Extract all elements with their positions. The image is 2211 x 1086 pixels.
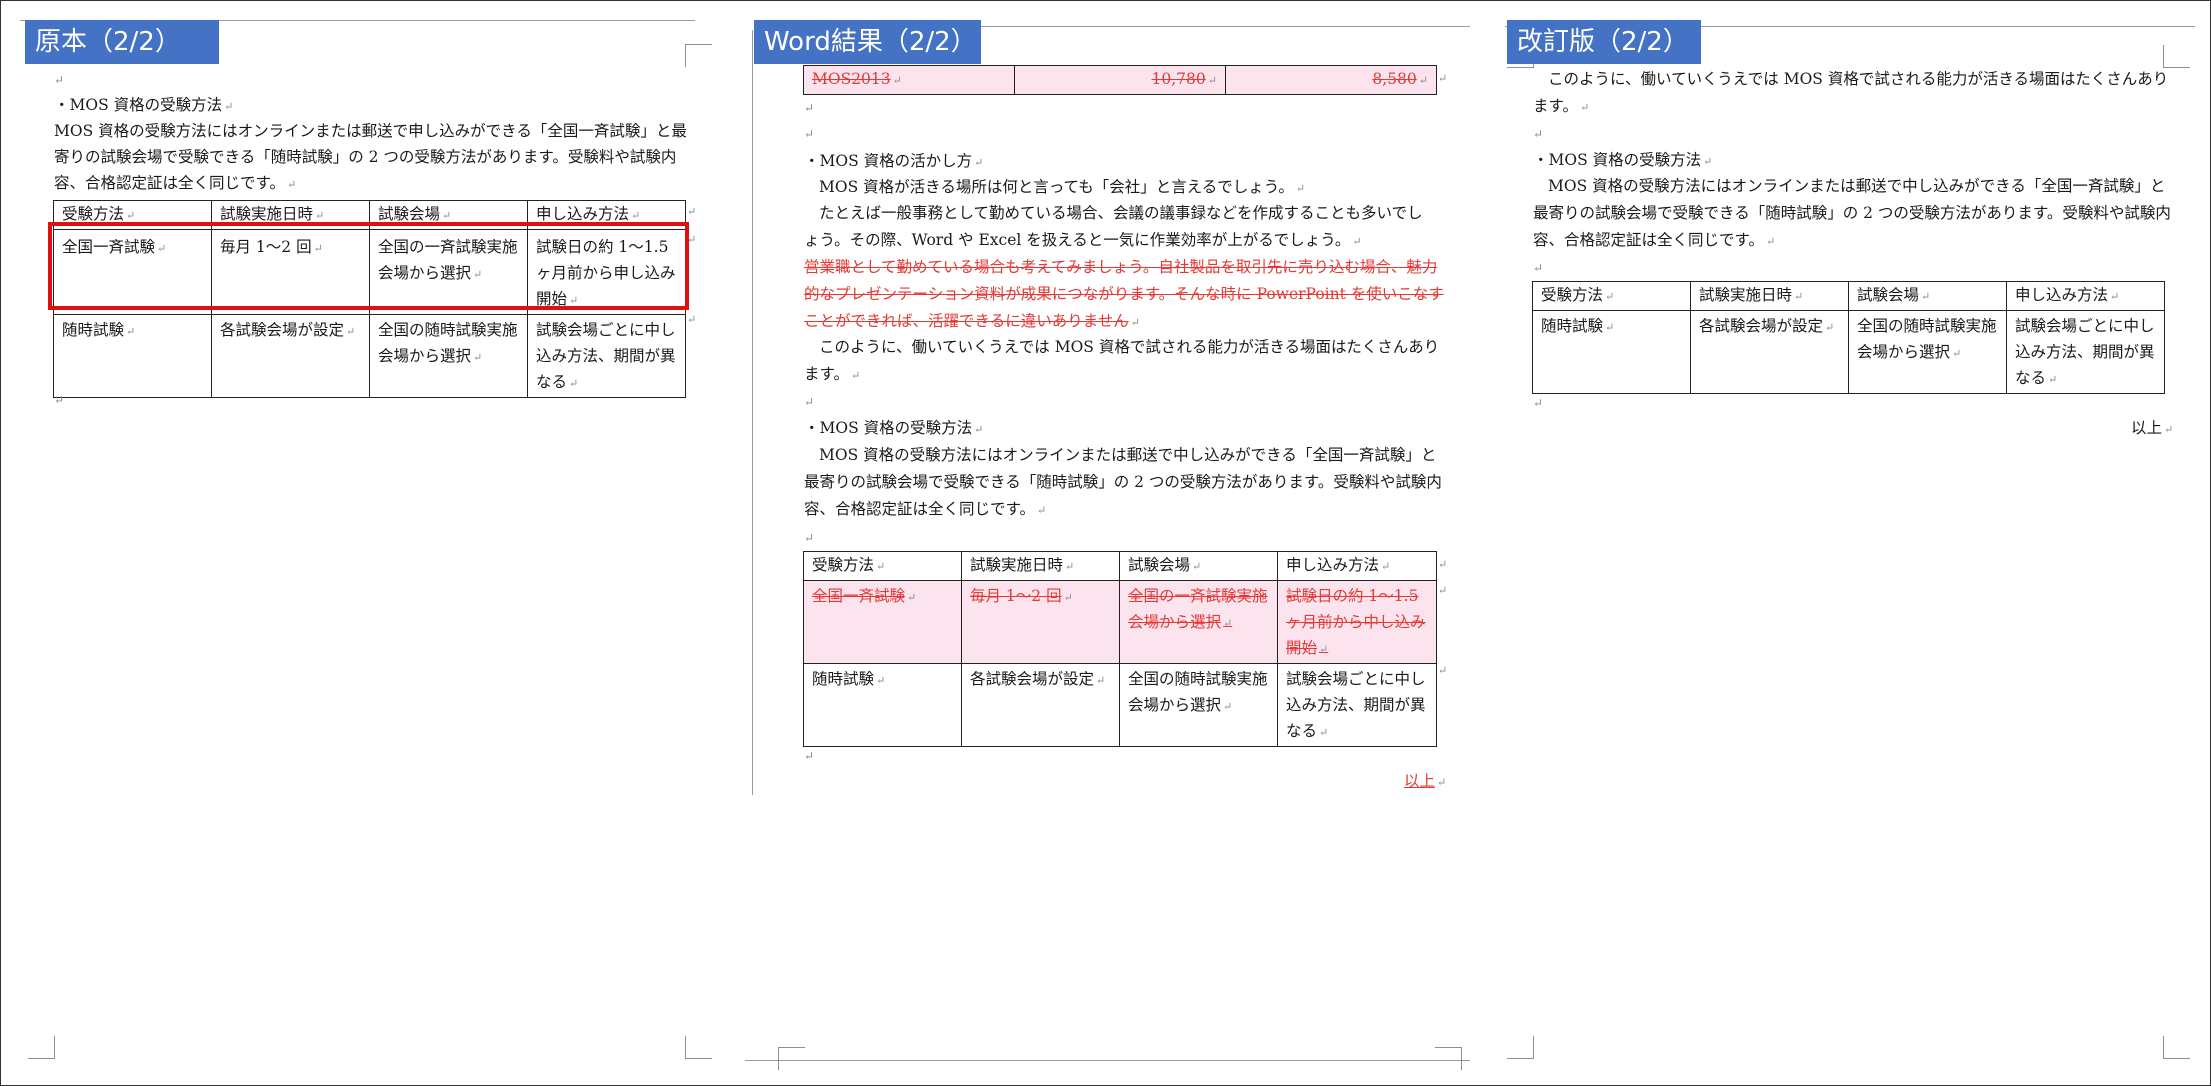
page-corner-mark xyxy=(2163,45,2190,68)
body-line[interactable]: 容、合格認定証は全く同じです。 ↵ xyxy=(804,496,1046,524)
table-cell[interactable]: 全国一斉試験 ↵ xyxy=(803,580,962,664)
closing-text[interactable]: 以上 ↵ xyxy=(1404,768,1446,796)
paragraph-mark: ↵ xyxy=(804,101,815,115)
paragraph-mark: ↵ xyxy=(804,531,815,545)
body-line[interactable]: たとえば一般事務として勤めている場合、会議の議事録などを作成することも多いでし xyxy=(819,200,1423,227)
page-edge-left xyxy=(752,30,753,795)
table-header-cell[interactable]: 試験実施日時 ↵ xyxy=(961,551,1120,581)
table-cell[interactable]: 試験会場ごとに中し 込み方法、期間が異 なる ↵ xyxy=(527,314,686,398)
body-line[interactable]: このように、働いていくうえでは MOS 資格で試される能力が活きる場面はたくさん… xyxy=(1548,66,2168,93)
body-line[interactable]: ます。 ↵ xyxy=(1533,93,1589,121)
body-line[interactable]: このように、働いていくうえでは MOS 資格で試される能力が活きる場面はたくさん… xyxy=(819,334,1439,361)
row-end-mark: ↵ xyxy=(1438,664,1448,677)
table-cell[interactable]: 各試験会場が設定 ↵ xyxy=(211,314,370,398)
exam-table-word-result: 受験方法 ↵ 試験実施日時 ↵ 試験会場 ↵ 申し込み方法 ↵ 全国一斉試験 ↵ 毎月 1… xyxy=(803,551,1437,747)
deleted-table-row: MOS2013 ↵ 10,780 ↵ 8,580 ↵ xyxy=(803,65,1437,95)
body-line[interactable]: ます。 ↵ xyxy=(804,361,860,389)
page-corner-mark xyxy=(1435,1047,1462,1070)
table-cell[interactable]: 試験会場ごとに中し 込み方法、期間が異 なる ↵ xyxy=(2006,310,2165,394)
page-corner-mark xyxy=(2163,1036,2190,1059)
table-cell[interactable]: 8,580 ↵ xyxy=(1225,65,1437,95)
body-line[interactable]: MOS 資格の受験方法にはオンラインまたは郵送で中し込みができる「全国一斉試験」… xyxy=(1548,173,2165,200)
paragraph-mark: ↵ xyxy=(54,73,65,87)
table-header-cell[interactable]: 申し込み方法 ↵ xyxy=(2006,281,2165,311)
body-line[interactable]: ょう。その際、Word や Excel を扱えると一気に作業効率が上がるでしょう… xyxy=(804,227,1362,255)
heading-exam-method[interactable]: ・MOS 資格の受験方法 ↵ xyxy=(1533,147,1712,175)
row-end-mark: ↵ xyxy=(687,205,697,218)
paragraph-mark: ↵ xyxy=(804,749,815,763)
table-cell[interactable]: 各試験会場が設定 ↵ xyxy=(1690,310,1849,394)
highlight-box xyxy=(48,222,689,310)
table-header-cell[interactable]: 受験方法 ↵ xyxy=(803,551,962,581)
paragraph-mark: ↵ xyxy=(1533,261,1544,275)
paragraph-mark: ↵ xyxy=(1533,396,1544,410)
row-end-mark: ↵ xyxy=(1438,72,1448,85)
page-corner-mark xyxy=(778,1047,805,1070)
body-line[interactable]: MOS 資格の受験方法にはオンラインまたは郵送で中し込みができる「全国一斉試験」… xyxy=(819,442,1436,469)
deleted-table-row: 全国一斉試験 ↵ 毎月 1～2 回 ↵ 全国の一斉試験実施 会場から選択 ↵ 試験日の約… xyxy=(803,580,1437,664)
table-header-row: 受験方法 ↵ 試験実施日時 ↵ 試験会場 ↵ 申し込み方法 ↵ xyxy=(803,551,1437,581)
body-line[interactable]: 最寄りの試験会場で受験できる「随時試験」の 2 つの受験方法があります。受験料や… xyxy=(1533,200,2171,227)
page-corner-mark xyxy=(1507,1036,1534,1059)
table-cell[interactable]: 全国の一斉試験実施 会場から選択 ↵ xyxy=(1119,580,1278,664)
paragraph-mark: ↵ xyxy=(54,393,65,407)
table-header-row: 受験方法 ↵ 試験実施日時 ↵ 試験会場 ↵ 申し込み方法 ↵ xyxy=(1532,281,2165,311)
row-end-mark: ↵ xyxy=(1438,584,1448,597)
deleted-text-line[interactable]: 営業職として勤めている場合も考えてみましょう。自社製品を取引先に売り込む場合、魅… xyxy=(804,254,1437,281)
body-line[interactable]: 容、合格認定証は全く同じです。 ↵ xyxy=(54,170,296,198)
table-header-cell[interactable]: 受験方法 ↵ xyxy=(1532,281,1691,311)
deleted-text-line[interactable]: 的なプレゼンテーション資料が成果につながります。そんな時に PowerPoint… xyxy=(804,281,1444,308)
row-end-mark: ↵ xyxy=(1438,558,1448,571)
paragraph-mark: ↵ xyxy=(1533,127,1544,141)
table-cell[interactable]: 全国の随時試験実施 会場から選択 ↵ xyxy=(1848,310,2007,394)
heading-exam-method[interactable]: ・MOS 資格の受験方法 ↵ xyxy=(804,415,983,443)
page-corner-mark xyxy=(28,1036,55,1059)
table-cell[interactable]: 試験会場ごとに中し 込み方法、期間が異 なる ↵ xyxy=(1277,663,1437,747)
paragraph-mark: ↵ xyxy=(804,395,815,409)
panel-label-revised: 改訂版（2/2） xyxy=(1507,20,1701,64)
exam-table-revised: 受験方法 ↵ 試験実施日時 ↵ 試験会場 ↵ 申し込み方法 ↵ 随時試験 ↵ 各試験会場が… xyxy=(1532,281,2165,394)
table-cell[interactable]: 随時試験 ↵ xyxy=(53,314,212,398)
table-row: 随時試験 ↵ 各試験会場が設定 ↵ 全国の随時試験実施 会場から選択 ↵ 試験会場ごとに… xyxy=(1532,310,2165,394)
page-edge-bottom xyxy=(745,1060,1470,1061)
table-cell[interactable]: 全国の随時試験実施 会場から選択 ↵ xyxy=(369,314,528,398)
table-header-cell[interactable]: 申し込み方法 ↵ xyxy=(1277,551,1437,581)
body-line[interactable]: 容、合格認定証は全く同じです。 ↵ xyxy=(1533,227,1775,255)
table-cell[interactable]: 全国の随時試験実施 会場から選択 ↵ xyxy=(1119,663,1278,747)
table-cell[interactable]: 試験日の約 1～1.5 ヶ月前から中し込み 開始 ↵ xyxy=(1277,580,1437,664)
table-cell[interactable]: 10,780 ↵ xyxy=(1014,65,1226,95)
deleted-text-line[interactable]: ことができれば、活躍できるに違いありません ↵ xyxy=(804,308,1140,336)
panel-label-original: 原本（2/2） xyxy=(25,20,219,64)
body-line[interactable]: MOS 資格の受験方法にはオンラインまたは郵送で申し込みができる「全国一斉試験」… xyxy=(54,118,687,145)
body-line[interactable]: 寄りの試験会場で受験できる「随時試験」の 2 つの受験方法があります。受験料や試… xyxy=(54,144,676,171)
table-header-cell[interactable]: 試験会場 ↵ xyxy=(1848,281,2007,311)
closing-text[interactable]: 以上 ↵ xyxy=(2131,415,2173,443)
page-corner-mark xyxy=(685,44,712,67)
paragraph-mark: ↵ xyxy=(804,127,815,141)
heading-utilization[interactable]: ・MOS 資格の活かし方 ↵ xyxy=(804,148,983,176)
page-corner-mark xyxy=(685,1036,712,1059)
table-cell[interactable]: 各試験会場が設定 ↵ xyxy=(961,663,1120,747)
panel-label-word-result: Word結果（2/2） xyxy=(754,20,981,64)
table-cell[interactable]: 随時試験 ↵ xyxy=(803,663,962,747)
heading-exam-method[interactable]: ・MOS 資格の受験方法 ↵ xyxy=(54,92,233,120)
row-end-mark: ↵ xyxy=(687,313,697,326)
deleted-price-row-table: MOS2013 ↵ 10,780 ↵ 8,580 ↵ xyxy=(803,65,1437,95)
table-row: 随時試験 ↵ 各試験会場が設定 ↵ 全国の随時試験実施 会場から選択 ↵ 試験会場ごとに… xyxy=(803,663,1437,747)
table-cell[interactable]: 毎月 1～2 回 ↵ xyxy=(961,580,1120,664)
table-header-cell[interactable]: 試験実施日時 ↵ xyxy=(1690,281,1849,311)
table-row: 随時試験 ↵ 各試験会場が設定 ↵ 全国の随時試験実施 会場から選択 ↵ 試験会場ごとに… xyxy=(53,314,686,398)
table-cell[interactable]: MOS2013 ↵ xyxy=(803,65,1015,95)
body-line[interactable]: 最寄りの試験会場で受験できる「随時試験」の 2 つの受験方法があります。受験料や… xyxy=(804,469,1442,496)
body-line[interactable]: MOS 資格が活きる場所は何と言っても「会社」と言えるでしょう。 ↵ xyxy=(819,174,1305,202)
table-header-cell[interactable]: 試験会場 ↵ xyxy=(1119,551,1278,581)
table-cell[interactable]: 随時試験 ↵ xyxy=(1532,310,1691,394)
